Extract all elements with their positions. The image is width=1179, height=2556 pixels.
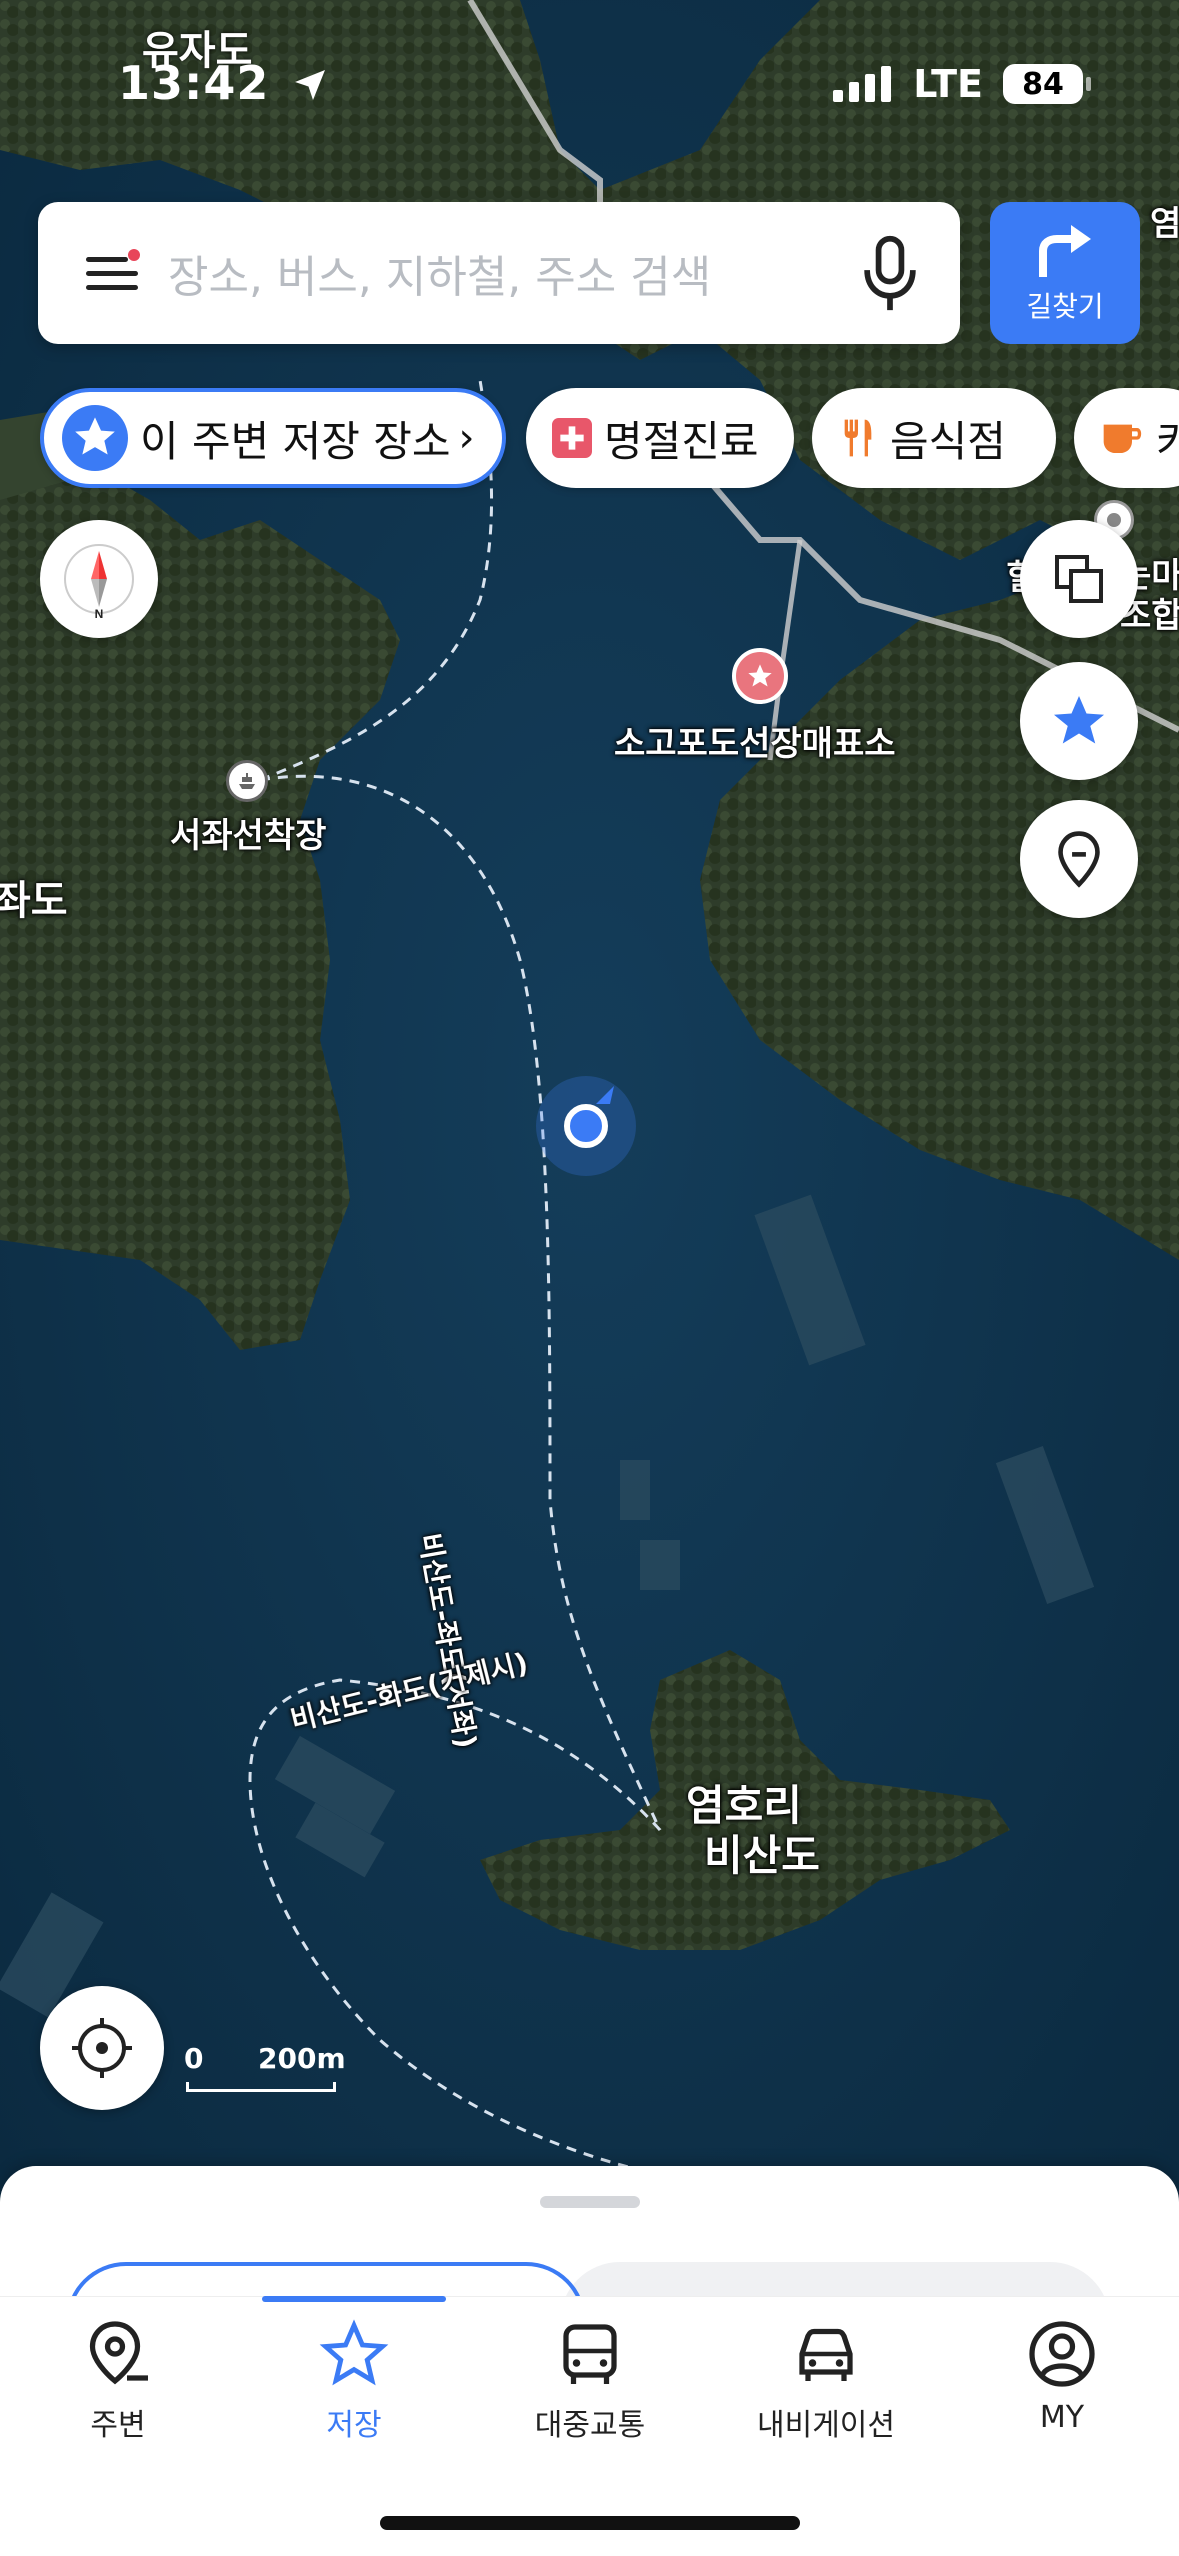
chip-label: 명절진료 xyxy=(604,416,759,466)
nearby-pin-icon xyxy=(89,2321,148,2385)
chevron-right-icon: › xyxy=(458,415,475,461)
home-indicator[interactable] xyxy=(380,2516,800,2530)
ship-icon xyxy=(239,773,255,789)
scale-zero: 0 xyxy=(184,2042,204,2075)
crosshair-icon xyxy=(72,2018,132,2078)
svg-text:N: N xyxy=(95,607,104,619)
medical-cross-icon xyxy=(552,418,592,458)
star-icon xyxy=(1054,696,1104,744)
ferry-terminal-pin[interactable] xyxy=(226,760,268,802)
tab-navigation[interactable]: 내비게이션 xyxy=(708,2318,944,2458)
location-arrow-icon xyxy=(295,70,326,100)
star-icon xyxy=(748,664,772,687)
tab-nearby[interactable]: 주변 xyxy=(0,2318,236,2458)
car-icon xyxy=(799,2328,853,2381)
chip-cafe[interactable]: 카 xyxy=(1074,388,1179,488)
menu-icon[interactable] xyxy=(82,243,142,303)
chip-holiday-clinic[interactable]: 명절진료 xyxy=(526,388,794,488)
star-icon xyxy=(62,405,128,471)
label-edge-top-right: 염 xyxy=(1150,204,1179,244)
compass-button[interactable]: N xyxy=(40,520,158,638)
dot-icon xyxy=(1107,513,1121,527)
directions-label: 길찾기 xyxy=(1026,290,1104,323)
heading-arrow-icon xyxy=(596,1086,614,1104)
active-tab-indicator xyxy=(262,2296,446,2302)
my-location-button[interactable] xyxy=(40,1986,164,2110)
star-icon xyxy=(319,2319,389,2386)
sheet-drag-handle[interactable] xyxy=(540,2196,640,2208)
directions-button[interactable]: 길찾기 xyxy=(990,202,1140,344)
location-dot-icon xyxy=(564,1104,608,1148)
bus-icon xyxy=(563,2324,617,2384)
fork-knife-icon xyxy=(838,416,878,460)
status-indicators: LTE 84 xyxy=(833,62,1091,106)
status-time: 13:42 xyxy=(118,56,328,110)
scale-bar xyxy=(186,2082,336,2092)
current-location-marker xyxy=(536,1076,636,1176)
tab-label: 대중교통 xyxy=(534,2408,646,2443)
tab-label: MY xyxy=(1039,2400,1085,2435)
search-input[interactable]: 장소, 버스, 지하철, 주소 검색 xyxy=(168,241,860,305)
label-sogopo[interactable]: 소고포도선장매표소 xyxy=(614,716,896,765)
map-pin-icon xyxy=(1058,831,1100,888)
battery-indicator: 84 xyxy=(1003,64,1091,104)
layers-icon xyxy=(1055,555,1103,603)
tab-my[interactable]: MY xyxy=(944,2318,1179,2458)
map-layers-button[interactable] xyxy=(1020,520,1138,638)
turn-right-arrow-icon xyxy=(1039,225,1091,277)
saved-place-pin[interactable] xyxy=(732,648,788,704)
microphone-icon[interactable] xyxy=(860,233,920,313)
signal-icon xyxy=(833,66,892,102)
favorites-button[interactable] xyxy=(1020,662,1138,780)
tab-saved[interactable]: 저장 xyxy=(236,2318,472,2458)
scale-distance: 200m xyxy=(258,2042,346,2075)
profile-icon xyxy=(1029,2321,1095,2387)
status-bar: 유자도 13:42 LTE 84 xyxy=(0,0,1179,120)
chip-saved-nearby[interactable]: 이 주변 저장 장소 › xyxy=(40,388,506,488)
chip-label: 카 xyxy=(1156,416,1179,466)
label-bisando[interactable]: 비산도 xyxy=(704,1822,820,1883)
chip-label: 이 주변 저장 장소 xyxy=(140,416,451,466)
chip-label: 음식점 xyxy=(890,416,1006,466)
tab-label: 내비게이션 xyxy=(757,2408,895,2443)
tab-transit[interactable]: 대중교통 xyxy=(472,2318,708,2458)
time-text: 13:42 xyxy=(118,56,270,110)
compass-icon: N xyxy=(64,544,134,619)
place-pin-button[interactable] xyxy=(1020,800,1138,918)
chip-restaurant[interactable]: 음식점 xyxy=(812,388,1056,488)
label-seojwa-dock[interactable]: 서좌선착장 xyxy=(170,808,326,857)
search-bar[interactable]: 장소, 버스, 지하철, 주소 검색 xyxy=(38,202,960,344)
coffee-cup-icon xyxy=(1100,418,1144,458)
network-type: LTE xyxy=(913,62,983,106)
tab-label: 저장 xyxy=(326,2408,382,2443)
label-jwado[interactable]: 좌도 xyxy=(0,868,68,926)
tab-label: 주변 xyxy=(90,2408,146,2443)
